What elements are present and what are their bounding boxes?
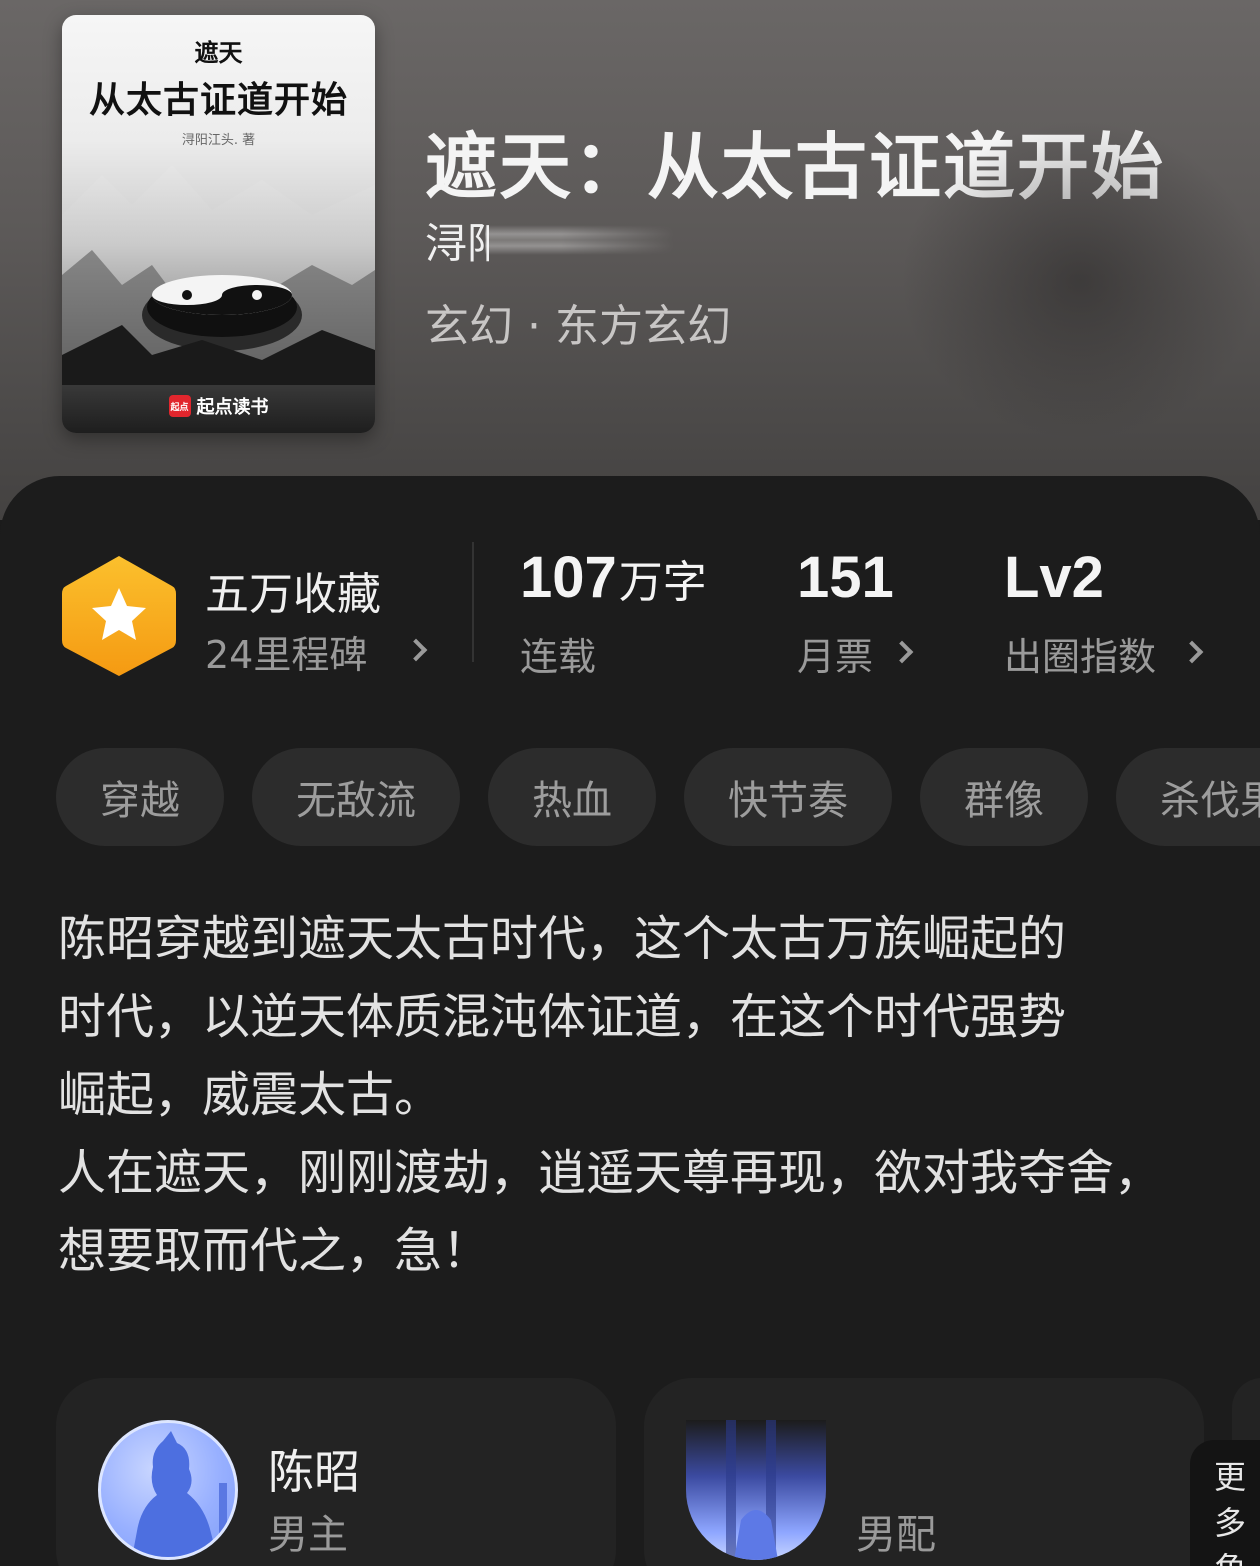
more-characters-char: 多: [1213, 1504, 1246, 1542]
circle-index-value[interactable]: Lv2: [1004, 544, 1104, 611]
tag-chip[interactable]: 群像: [920, 748, 1088, 846]
cover-subtitle: 遮天: [194, 38, 243, 67]
character-name: 陈昭: [268, 1445, 360, 1499]
stats-row: 五万收藏 24里程碑 107万字 连载 151 月票 Lv2 出圈指数: [0, 540, 1260, 690]
character-role: 男主: [268, 1512, 348, 1558]
tag-chip[interactable]: 杀伐果断: [1116, 748, 1260, 846]
cover-author: 浔阳江头. 著: [181, 133, 256, 148]
word-count-unit: 万字: [618, 558, 707, 607]
cover-yinyang-art: [62, 165, 375, 385]
milestones-link[interactable]: 24里程碑: [205, 624, 367, 679]
author-name[interactable]: 浔阳: [425, 210, 489, 271]
more-characters-button[interactable]: 更多角: [1190, 1440, 1260, 1566]
cover-brand-label: 起点读书: [196, 397, 269, 418]
author-loading-shimmer: [485, 225, 675, 255]
character-avatar: [98, 1420, 238, 1560]
character-silhouette-icon: [726, 1420, 778, 1560]
character-avatar-loading: [686, 1420, 826, 1560]
more-characters-char: 角: [1214, 1546, 1246, 1566]
favorites-title[interactable]: 五万收藏: [205, 558, 381, 622]
cover-title: 从太古证道开始: [88, 79, 348, 121]
chevron-right-icon[interactable]: [890, 640, 914, 664]
book-genre[interactable]: 玄幻 · 东方玄幻: [425, 290, 731, 354]
status-label: 连载: [520, 635, 597, 679]
character-silhouette-icon: [132, 1431, 227, 1557]
word-count-value: 107: [520, 545, 617, 610]
book-title: 遮天：从太古证道开始: [425, 124, 1166, 209]
more-characters-label: 更多角: [1214, 1454, 1246, 1566]
circle-index-label[interactable]: 出圈指数: [1004, 626, 1156, 681]
tag-chip[interactable]: 热血: [488, 748, 656, 846]
cover-brand: 起点 起点读书: [62, 393, 375, 419]
qidian-logo-icon: 起点: [168, 395, 191, 417]
star-badge-icon: [62, 556, 176, 676]
book-header: 遮天 从太古证道开始 浔阳江头. 著 起点 起点读书 遮天：从太古证道开始 浔阳…: [0, 0, 1260, 520]
character-role: 男配: [856, 1512, 936, 1558]
stats-divider: [472, 542, 474, 662]
character-card[interactable]: 陈昭 男主: [56, 1378, 616, 1566]
book-synopsis[interactable]: 陈昭穿越到遮天太古时代，这个太古万族崛起的 时代，以逆天体质混沌体证道，在这个时…: [58, 900, 1218, 1290]
chevron-right-icon[interactable]: [404, 638, 428, 662]
book-cover[interactable]: 遮天 从太古证道开始 浔阳江头. 著 起点 起点读书: [62, 15, 375, 433]
author-row[interactable]: 浔阳: [425, 212, 675, 268]
tag-list: 穿越无敌流热血快节奏群像杀伐果断: [56, 748, 1260, 848]
word-count: 107万字: [520, 544, 707, 611]
character-card[interactable]: 男配: [644, 1378, 1204, 1566]
tag-chip[interactable]: 无敌流: [252, 748, 460, 846]
tag-chip[interactable]: 快节奏: [684, 748, 892, 846]
monthly-votes-label[interactable]: 月票: [797, 626, 873, 681]
monthly-votes-value[interactable]: 151: [797, 544, 894, 611]
tag-chip[interactable]: 穿越: [56, 748, 224, 846]
chevron-right-icon[interactable]: [1180, 640, 1204, 664]
more-characters-char: 更: [1213, 1458, 1246, 1496]
